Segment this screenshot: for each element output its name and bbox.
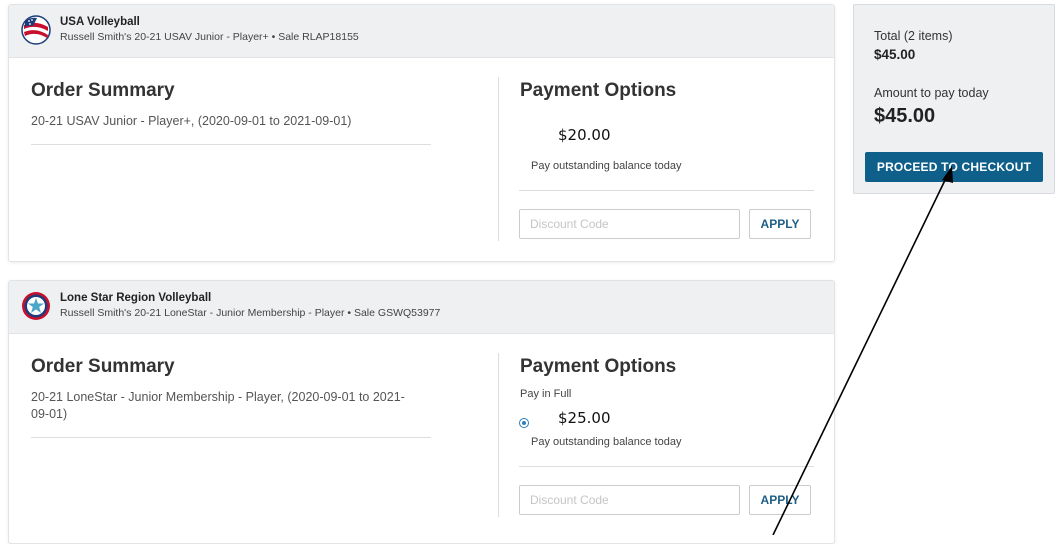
payment-options-title: Payment Options — [520, 80, 677, 101]
lone-star-region-logo — [22, 292, 50, 320]
apply-discount-button[interactable]: APPLY — [749, 209, 811, 239]
payment-amount: $25.00 — [554, 409, 615, 427]
cart-summary-panel: Total (2 items) $45.00 Amount to pay tod… — [853, 4, 1055, 194]
order-card-usav: USA Volleyball Russell Smith's 20-21 USA… — [8, 4, 835, 262]
pay-in-full-radio[interactable] — [519, 418, 529, 428]
org-name: USA Volleyball — [60, 16, 140, 28]
pay-in-full-label: Pay in Full — [520, 388, 572, 400]
discount-code-input[interactable] — [519, 485, 740, 515]
payment-amount: $20.00 — [554, 126, 615, 144]
order-card-lonestar: Lone Star Region Volleyball Russell Smit… — [8, 280, 835, 544]
order-item-description: 20-21 LoneStar - Junior Membership - Pla… — [31, 390, 405, 421]
org-name: Lone Star Region Volleyball — [60, 292, 212, 304]
divider — [519, 190, 814, 191]
balance-note: Pay outstanding balance today — [531, 160, 682, 172]
sale-line: Russell Smith's 20-21 USAV Junior - Play… — [60, 31, 359, 43]
balance-note: Pay outstanding balance today — [531, 436, 682, 448]
payment-options-title: Payment Options — [520, 356, 677, 377]
sale-line: Russell Smith's 20-21 LoneStar - Junior … — [60, 307, 441, 319]
column-divider — [498, 353, 499, 517]
total-value: $45.00 — [874, 47, 916, 62]
proceed-to-checkout-button[interactable]: PROCEED TO CHECKOUT — [865, 152, 1043, 182]
order-card-header: Lone Star Region Volleyball Russell Smit… — [9, 281, 834, 334]
order-summary-title: Order Summary — [31, 80, 175, 101]
divider — [519, 466, 814, 467]
divider — [31, 144, 431, 145]
usa-volleyball-logo — [21, 15, 51, 45]
order-summary-title: Order Summary — [31, 356, 175, 377]
discount-code-input[interactable] — [519, 209, 740, 239]
amount-today-label: Amount to pay today — [874, 86, 989, 100]
divider — [31, 437, 431, 438]
apply-discount-button[interactable]: APPLY — [749, 485, 811, 515]
amount-today-value: $45.00 — [874, 105, 936, 127]
order-item-description: 20-21 USAV Junior - Player+, (2020-09-01… — [31, 114, 352, 128]
total-items-label: Total (2 items) — [874, 29, 953, 43]
column-divider — [498, 77, 499, 241]
order-card-header: USA Volleyball Russell Smith's 20-21 USA… — [9, 5, 834, 58]
